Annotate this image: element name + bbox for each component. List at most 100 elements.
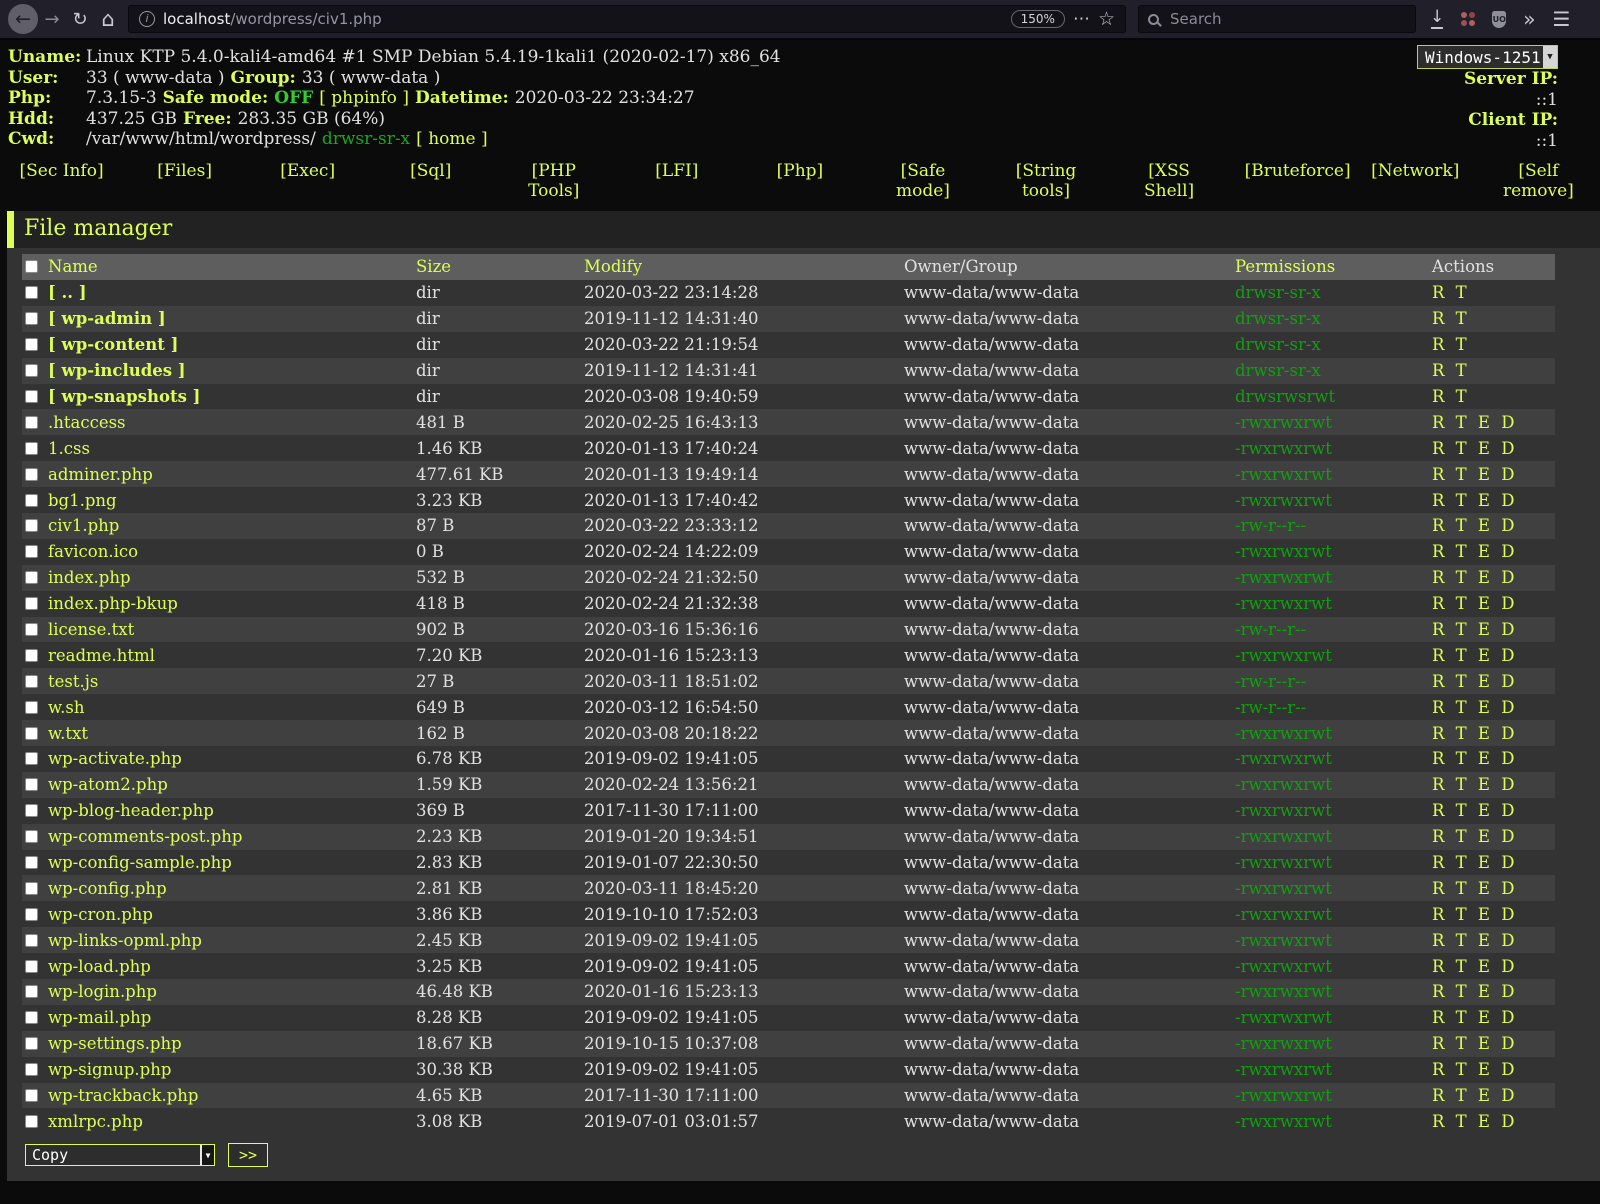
charset-select[interactable]: Windows-1251 ▼ (1417, 45, 1558, 69)
file-checkbox[interactable] (25, 286, 38, 299)
file-link[interactable]: wp-load.php (48, 957, 151, 976)
file-checkbox[interactable] (25, 701, 38, 714)
file-link[interactable]: wp-atom2.php (48, 775, 168, 794)
file-link[interactable]: 1.css (48, 439, 90, 458)
file-link[interactable]: license.txt (48, 620, 134, 639)
file-link[interactable]: wp-trackback.php (48, 1086, 199, 1105)
file-checkbox[interactable] (25, 597, 38, 610)
file-actions[interactable]: R T E D (1432, 672, 1514, 691)
file-permissions-link[interactable]: -rwxrwxrwt (1235, 439, 1332, 458)
shield-icon[interactable]: UO (1492, 11, 1506, 28)
file-action-select[interactable]: Copy ▼ (25, 1144, 215, 1166)
go-button[interactable]: >> (228, 1143, 268, 1167)
file-permissions-link[interactable]: -rwxrwxrwt (1235, 646, 1332, 665)
file-link[interactable]: wp-activate.php (48, 749, 182, 768)
file-link[interactable]: w.txt (48, 724, 88, 743)
search-bar[interactable] (1138, 5, 1416, 33)
file-permissions-link[interactable]: -rwxrwxrwt (1235, 827, 1332, 846)
dir-link[interactable]: [ wp-snapshots ] (48, 387, 200, 406)
file-checkbox[interactable] (25, 752, 38, 765)
dir-link[interactable]: [ .. ] (48, 283, 87, 302)
file-checkbox[interactable] (25, 1115, 38, 1128)
file-link[interactable]: index.php-bkup (48, 594, 178, 613)
file-permissions-link[interactable]: -rwxrwxrwt (1235, 1060, 1332, 1079)
file-permissions-link[interactable]: -rwxrwxrwt (1235, 749, 1332, 768)
file-checkbox[interactable] (25, 985, 38, 998)
file-actions[interactable]: R T E D (1432, 413, 1514, 432)
file-permissions-link[interactable]: -rwxrwxrwt (1235, 1008, 1332, 1027)
file-permissions-link[interactable]: -rwxrwxrwt (1235, 465, 1332, 484)
file-permissions-link[interactable]: -rwxrwxrwt (1235, 801, 1332, 820)
file-actions[interactable]: R T (1432, 335, 1467, 354)
file-actions[interactable]: R T E D (1432, 853, 1514, 872)
file-link[interactable]: wp-config-sample.php (48, 853, 232, 872)
file-link[interactable]: adminer.php (48, 465, 153, 484)
file-link[interactable]: .htaccess (48, 413, 126, 432)
menu-link[interactable]: [Safe mode] (896, 161, 950, 201)
file-permissions-link[interactable]: drwsr-sr-x (1235, 283, 1321, 302)
menu-link[interactable]: [Sec Info] (19, 161, 103, 181)
file-checkbox[interactable] (25, 856, 38, 869)
file-actions[interactable]: R T E D (1432, 1086, 1514, 1105)
file-actions[interactable]: R T E D (1432, 801, 1514, 820)
file-actions[interactable]: R T E D (1432, 646, 1514, 665)
file-permissions-link[interactable]: -rwxrwxrwt (1235, 542, 1332, 561)
file-link[interactable]: wp-comments-post.php (48, 827, 242, 846)
menu-link[interactable]: [XSS Shell] (1144, 161, 1194, 201)
file-actions[interactable]: R T E D (1432, 594, 1514, 613)
reload-button[interactable]: ↻ (66, 5, 94, 33)
page-actions-icon[interactable]: ⋯ (1073, 11, 1090, 28)
file-checkbox[interactable] (25, 623, 38, 636)
file-actions[interactable]: R T E D (1432, 749, 1514, 768)
file-permissions-link[interactable]: -rwxrwxrwt (1235, 853, 1332, 872)
menu-link[interactable]: [PHP Tools] (528, 161, 579, 201)
file-checkbox[interactable] (25, 1011, 38, 1024)
dir-link[interactable]: [ wp-content ] (48, 335, 178, 354)
file-checkbox[interactable] (25, 364, 38, 377)
file-checkbox[interactable] (25, 494, 38, 507)
file-checkbox[interactable] (25, 1089, 38, 1102)
file-actions[interactable]: R T E D (1432, 724, 1514, 743)
file-checkbox[interactable] (25, 468, 38, 481)
url-bar[interactable]: i localhost/wordpress/civ1.php 150% ⋯ ☆ (128, 5, 1126, 33)
file-link[interactable]: bg1.png (48, 491, 117, 510)
file-checkbox[interactable] (25, 830, 38, 843)
file-actions[interactable]: R T (1432, 283, 1467, 302)
file-actions[interactable]: R T E D (1432, 491, 1514, 510)
column-header-name[interactable]: Name (48, 254, 416, 280)
bookmark-star-icon[interactable]: ☆ (1098, 10, 1115, 29)
menu-link[interactable]: [Files] (157, 161, 212, 181)
file-link[interactable]: wp-config.php (48, 879, 167, 898)
file-link[interactable]: wp-signup.php (48, 1060, 171, 1079)
file-permissions-link[interactable]: -rwxrwxrwt (1235, 1112, 1332, 1131)
menu-link[interactable]: [Php] (777, 161, 824, 181)
file-actions[interactable]: R T (1432, 387, 1467, 406)
file-link[interactable]: test.js (48, 672, 98, 691)
forward-button[interactable]: → (38, 5, 66, 33)
file-checkbox[interactable] (25, 571, 38, 584)
file-link[interactable]: xmlrpc.php (48, 1112, 143, 1131)
dir-link[interactable]: [ wp-includes ] (48, 361, 186, 380)
file-link[interactable]: wp-blog-header.php (48, 801, 214, 820)
menu-link[interactable]: [String tools] (1016, 161, 1077, 201)
file-actions[interactable]: R T E D (1432, 568, 1514, 587)
file-actions[interactable]: R T E D (1432, 1034, 1514, 1053)
file-checkbox[interactable] (25, 675, 38, 688)
file-permissions-link[interactable]: -rwxrwxrwt (1235, 1086, 1332, 1105)
extension-icon[interactable] (1461, 12, 1475, 26)
file-permissions-link[interactable]: drwsr-sr-x (1235, 309, 1321, 328)
file-actions[interactable]: R T E D (1432, 982, 1514, 1001)
file-checkbox[interactable] (25, 804, 38, 817)
menu-link[interactable]: [LFI] (655, 161, 698, 181)
menu-link[interactable]: [Bruteforce] (1245, 161, 1351, 181)
file-permissions-link[interactable]: drwsrwsrwt (1235, 387, 1335, 406)
file-link[interactable]: favicon.ico (48, 542, 138, 561)
file-checkbox[interactable] (25, 908, 38, 921)
column-header-modify[interactable]: Modify (584, 254, 904, 280)
file-checkbox[interactable] (25, 934, 38, 947)
file-actions[interactable]: R T (1432, 309, 1467, 328)
file-actions[interactable]: R T E D (1432, 620, 1514, 639)
file-checkbox[interactable] (25, 649, 38, 662)
column-header-permissions[interactable]: Permissions (1235, 254, 1432, 280)
file-permissions-link[interactable]: -rwxrwxrwt (1235, 957, 1332, 976)
